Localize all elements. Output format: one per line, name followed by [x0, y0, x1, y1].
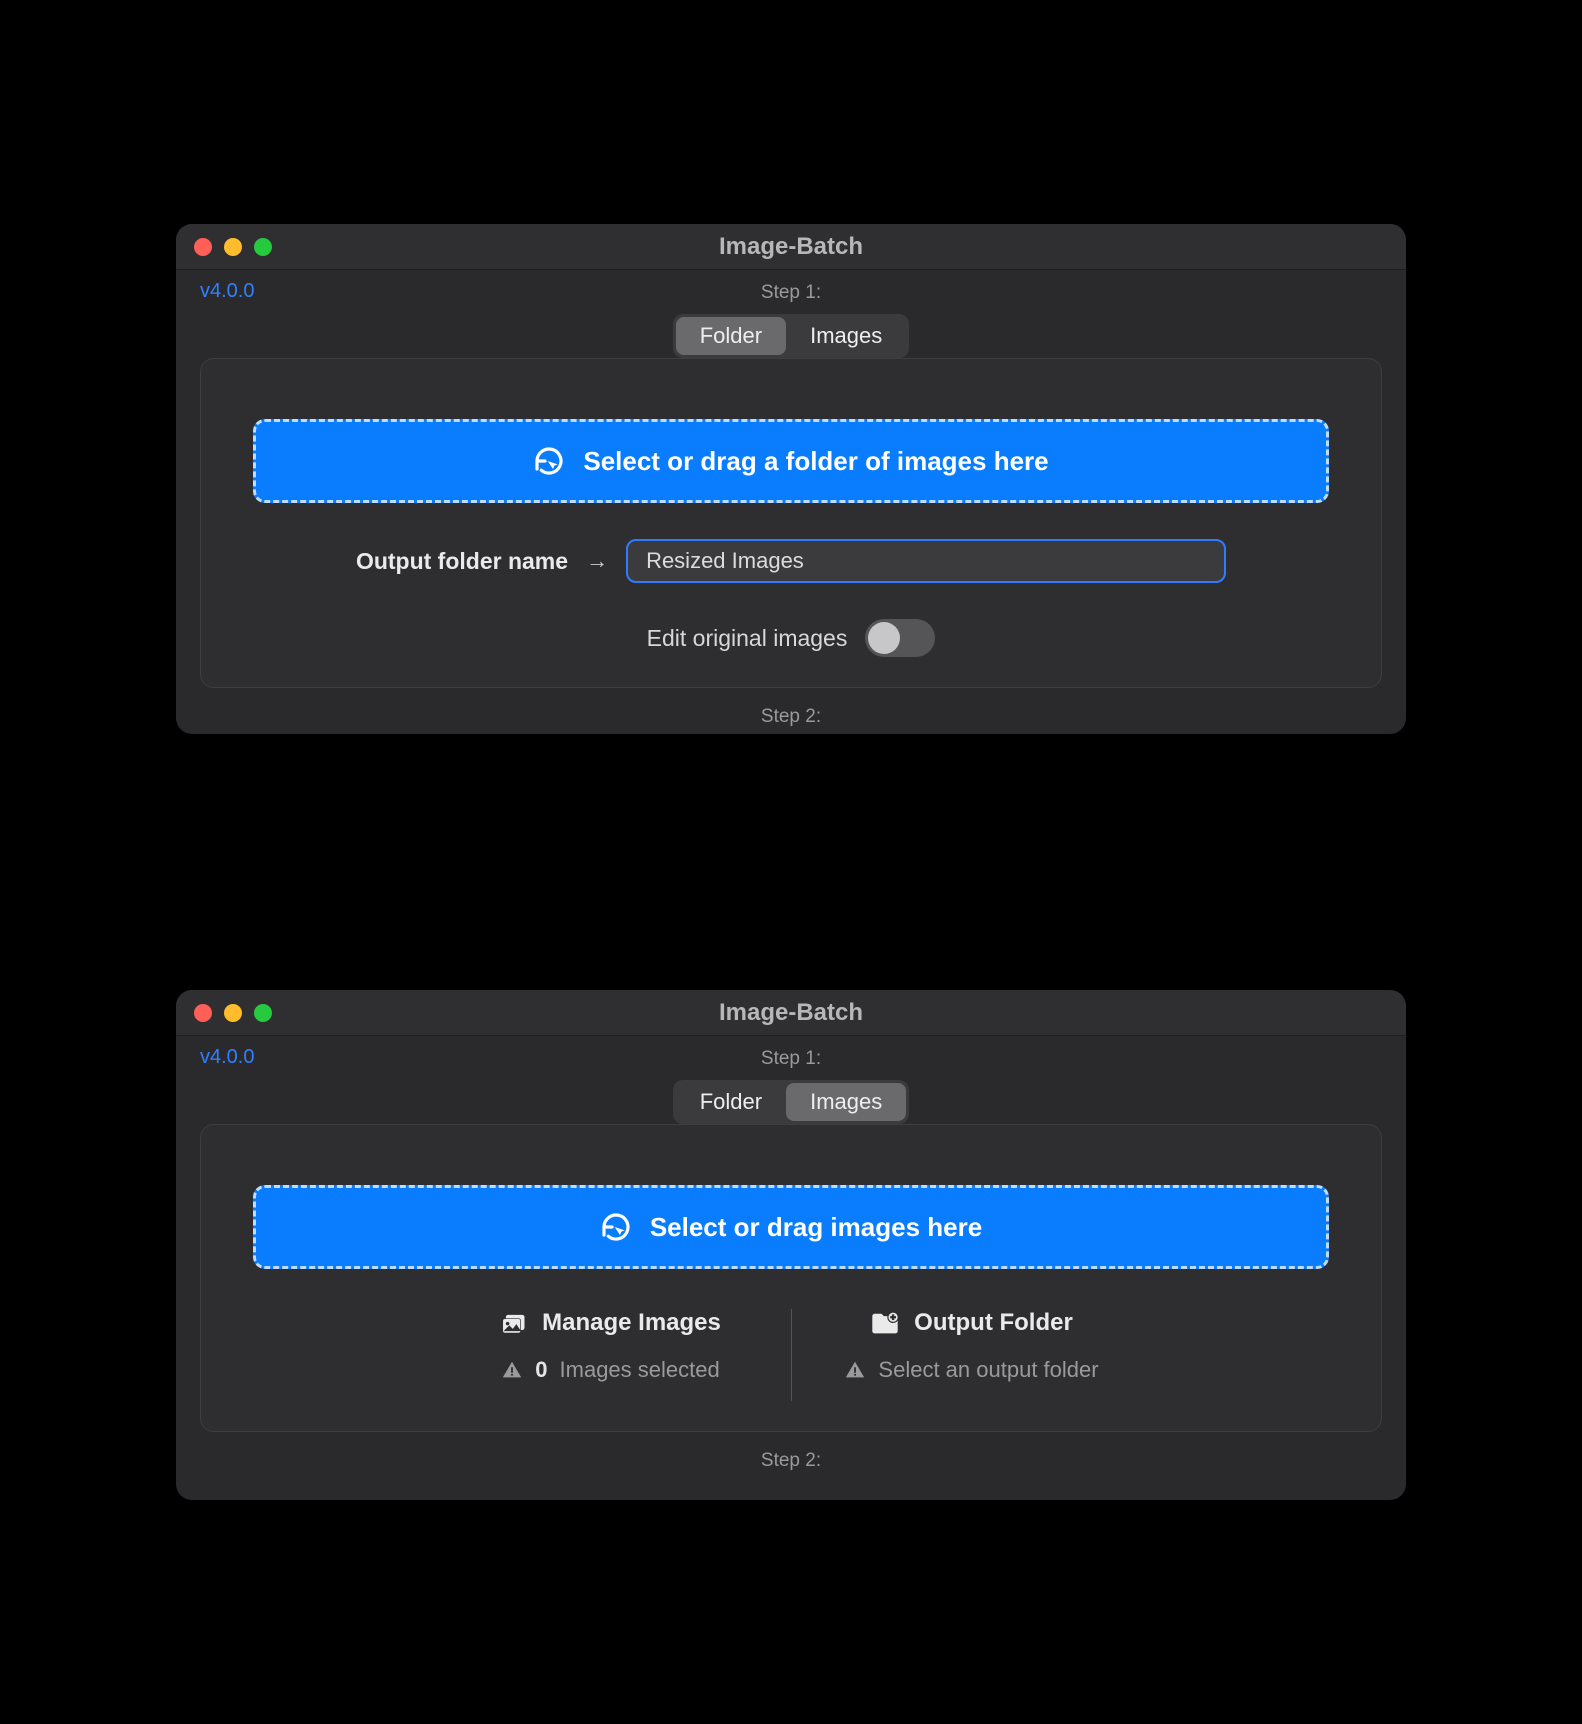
image-stack-icon [500, 1309, 528, 1337]
warning-icon [844, 1359, 866, 1381]
output-folder-status-text: Select an output folder [878, 1357, 1098, 1383]
input-panel: Select or drag a folder of images here O… [200, 358, 1382, 688]
refresh-cursor-icon [600, 1211, 632, 1243]
edit-original-row: Edit original images [253, 619, 1329, 657]
window-controls [194, 238, 272, 256]
version-label: v4.0.0 [200, 1046, 254, 1069]
step-2-label: Step 2: [176, 706, 1406, 728]
selected-count: 0 [535, 1357, 547, 1383]
manage-images-button[interactable]: Manage Images [500, 1309, 721, 1337]
titlebar: Image-Batch [176, 990, 1406, 1036]
segment-images[interactable]: Images [786, 317, 906, 355]
step-1-label: Step 1: [176, 1048, 1406, 1070]
warning-icon [501, 1359, 523, 1381]
folder-drop-zone-label: Select or drag a folder of images here [583, 446, 1048, 477]
toggle-knob [868, 622, 900, 654]
output-folder-name-input[interactable] [626, 539, 1226, 583]
segment-images[interactable]: Images [786, 1083, 906, 1121]
folder-plus-icon [870, 1309, 900, 1337]
step-2-label: Step 2: [176, 1450, 1406, 1472]
output-folder-button[interactable]: Output Folder [870, 1309, 1073, 1337]
manage-images-heading: Manage Images [542, 1309, 721, 1337]
minimize-window-button[interactable] [224, 238, 242, 256]
step-1-label: Step 1: [176, 282, 1406, 304]
output-folder-row: Output folder name → [253, 539, 1329, 583]
close-window-button[interactable] [194, 1004, 212, 1022]
refresh-cursor-icon [533, 445, 565, 477]
mode-segmented-control[interactable]: Folder Images [673, 1080, 910, 1124]
close-window-button[interactable] [194, 238, 212, 256]
zoom-window-button[interactable] [254, 238, 272, 256]
folder-drop-zone[interactable]: Select or drag a folder of images here [253, 419, 1329, 503]
titlebar: Image-Batch [176, 224, 1406, 270]
app-window-folder-mode: Image-Batch v4.0.0 Step 1: Folder Images… [176, 224, 1406, 734]
output-folder-column: Output Folder Select an output folder [792, 1309, 1152, 1401]
images-drop-zone-label: Select or drag images here [650, 1212, 982, 1243]
manage-images-status: 0 Images selected [501, 1357, 719, 1383]
selected-count-suffix: Images selected [560, 1357, 720, 1383]
output-folder-label: Output folder name [356, 548, 568, 575]
edit-original-toggle[interactable] [865, 619, 935, 657]
version-label: v4.0.0 [200, 280, 254, 303]
zoom-window-button[interactable] [254, 1004, 272, 1022]
arrow-right-icon: → [586, 548, 608, 574]
output-folder-status: Select an output folder [844, 1357, 1098, 1383]
segment-folder[interactable]: Folder [676, 1083, 786, 1121]
window-title: Image-Batch [719, 233, 863, 261]
minimize-window-button[interactable] [224, 1004, 242, 1022]
app-window-images-mode: Image-Batch v4.0.0 Step 1: Folder Images… [176, 990, 1406, 1500]
input-panel: Select or drag images here Manage Images [200, 1124, 1382, 1432]
edit-original-label: Edit original images [647, 625, 848, 652]
segment-folder[interactable]: Folder [676, 317, 786, 355]
window-controls [194, 1004, 272, 1022]
mode-segmented-control[interactable]: Folder Images [673, 314, 910, 358]
output-folder-heading: Output Folder [914, 1309, 1073, 1337]
action-columns: Manage Images 0 Images selected [253, 1309, 1329, 1401]
manage-images-column: Manage Images 0 Images selected [431, 1309, 791, 1401]
images-drop-zone[interactable]: Select or drag images here [253, 1185, 1329, 1269]
window-title: Image-Batch [719, 999, 863, 1027]
